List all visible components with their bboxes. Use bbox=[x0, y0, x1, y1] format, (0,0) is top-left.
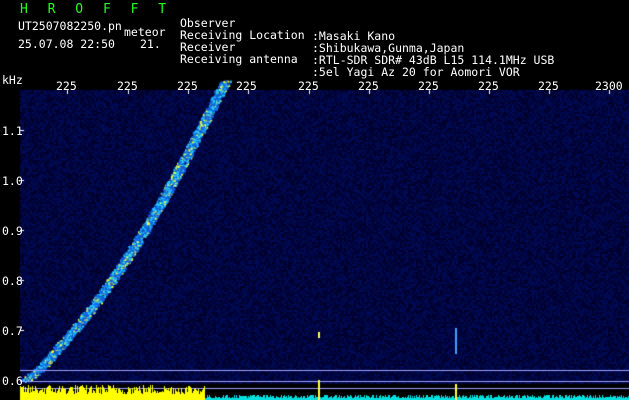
x-tick: 2300 bbox=[595, 79, 623, 93]
x-tick: 225 bbox=[177, 79, 198, 93]
y-unit-label: kHz bbox=[2, 73, 23, 87]
counter: 21. bbox=[140, 37, 161, 51]
x-tick: 225 bbox=[478, 79, 499, 93]
y-tick: 0.8 bbox=[2, 274, 23, 288]
meta-antenna: Receiving antenna :5el Yagi Az 20 for Ao… bbox=[180, 40, 520, 79]
x-tick: 225 bbox=[56, 79, 77, 93]
x-tick: 225 bbox=[117, 79, 138, 93]
x-tick: 225 bbox=[298, 79, 319, 93]
datetime: 25.07.08 22:50 bbox=[18, 37, 115, 51]
x-tick: 225 bbox=[236, 79, 257, 93]
y-tick: 0.6 bbox=[2, 374, 23, 388]
meta-label: Receiving antenna bbox=[180, 52, 298, 66]
app-title: H R O F F T bbox=[20, 2, 173, 17]
y-tick: 1.1 bbox=[2, 124, 23, 138]
x-tick: 225 bbox=[418, 79, 439, 93]
meta-value: :5el Yagi Az 20 for Aomori VOR bbox=[312, 65, 520, 79]
x-tick: 225 bbox=[538, 79, 559, 93]
hrofft-screen: H R O F F T UT2507082250.pn meteor 25.07… bbox=[0, 0, 629, 400]
y-tick: 1.0 bbox=[2, 174, 23, 188]
file-name: UT2507082250.pn bbox=[18, 19, 122, 33]
x-tick: 225 bbox=[358, 79, 379, 93]
y-tick: 0.7 bbox=[2, 324, 23, 338]
y-tick: 0.9 bbox=[2, 224, 23, 238]
